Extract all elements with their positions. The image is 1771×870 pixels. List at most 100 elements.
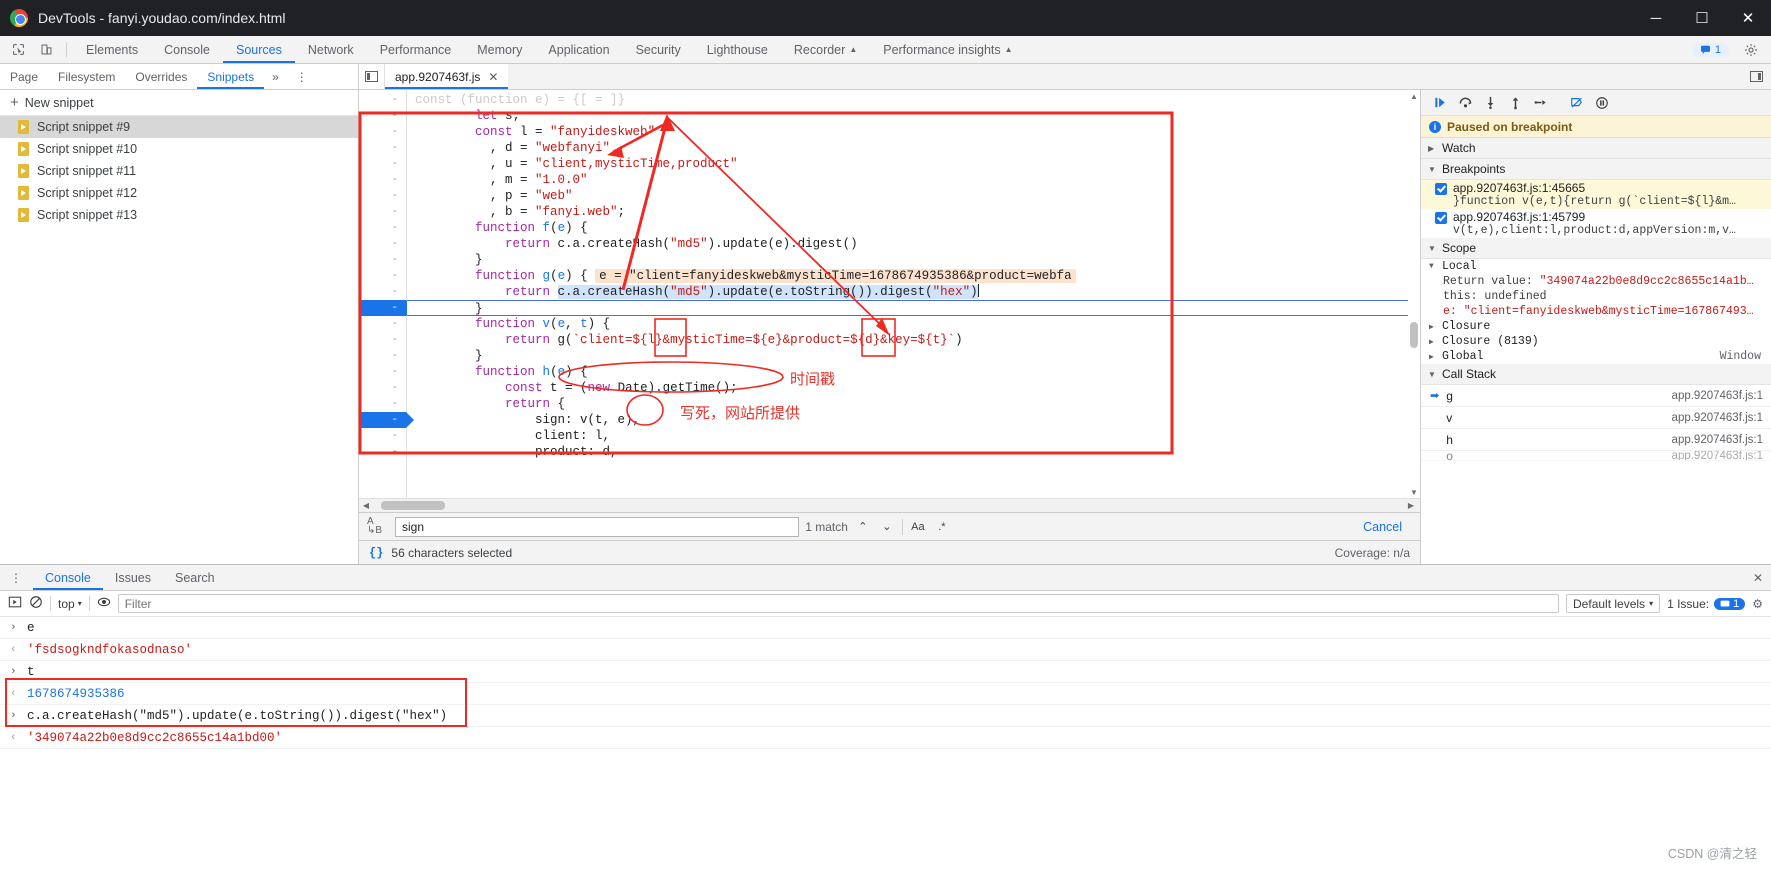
- tab-elements[interactable]: Elements: [73, 36, 151, 63]
- console-context-selector[interactable]: top ▾: [58, 597, 82, 611]
- scope-this[interactable]: this: undefined: [1421, 289, 1771, 304]
- gutter-line[interactable]: -: [359, 140, 406, 156]
- scope-local-header[interactable]: ▼ Local: [1421, 259, 1771, 274]
- console-entry-input-highlighted[interactable]: › c.a.createHash("md5").update(e.toStrin…: [0, 705, 1771, 727]
- scroll-down-icon[interactable]: ▼: [1408, 486, 1420, 498]
- subtab-overrides[interactable]: Overrides: [125, 64, 197, 89]
- call-stack-frame-g[interactable]: ➡ g app.9207463f.js:1: [1421, 385, 1771, 407]
- scope-closure-2[interactable]: ▶ Closure (8139): [1421, 334, 1771, 349]
- gutter-line[interactable]: -: [359, 316, 406, 332]
- editor-vertical-scrollbar[interactable]: ▲ ▼: [1408, 90, 1420, 498]
- scope-closure-1[interactable]: ▶ Closure: [1421, 319, 1771, 334]
- snippet-item-13[interactable]: Script snippet #13: [0, 204, 358, 226]
- toggle-navigator-icon[interactable]: [359, 64, 385, 89]
- subtab-filesystem[interactable]: Filesystem: [48, 64, 125, 89]
- regex-button[interactable]: .*: [933, 521, 951, 533]
- step-icon[interactable]: [1529, 92, 1551, 114]
- console-entry-input[interactable]: › e: [0, 617, 1771, 639]
- tab-console[interactable]: Console: [151, 36, 223, 63]
- find-input[interactable]: [395, 516, 800, 537]
- window-close-button[interactable]: ✕: [1725, 0, 1771, 36]
- gutter-line[interactable]: -: [359, 220, 406, 236]
- new-snippet-button[interactable]: + New snippet: [0, 90, 358, 116]
- tab-recorder[interactable]: Recorder ▲: [781, 36, 870, 63]
- drawer-menu-icon[interactable]: ⋮: [0, 565, 33, 590]
- more-tabs-icon[interactable]: »: [264, 64, 288, 89]
- tab-memory[interactable]: Memory: [464, 36, 535, 63]
- console-entry-output[interactable]: ‹ 1678674935386: [0, 683, 1771, 705]
- scope-global[interactable]: ▶ Global Window: [1421, 349, 1771, 364]
- scroll-up-icon[interactable]: ▲: [1408, 90, 1420, 102]
- snippet-item-12[interactable]: Script snippet #12: [0, 182, 358, 204]
- gutter-line[interactable]: -: [359, 396, 406, 412]
- step-into-icon[interactable]: [1479, 92, 1501, 114]
- editor-gutter[interactable]: - - - - - - - - - - - - - - - - - - - -: [359, 90, 414, 498]
- gutter-line[interactable]: -: [359, 428, 406, 444]
- step-over-icon[interactable]: [1454, 92, 1476, 114]
- scope-return-value[interactable]: Return value: "349074a22b0e8d9cc2c8655c1…: [1421, 274, 1771, 289]
- find-previous-icon[interactable]: ⌃: [854, 520, 872, 533]
- console-filter-input[interactable]: [117, 594, 1560, 613]
- find-next-icon[interactable]: ⌄: [878, 520, 896, 533]
- gutter-line[interactable]: -: [359, 204, 406, 220]
- tab-network[interactable]: Network: [295, 36, 367, 63]
- find-replace-icon[interactable]: A ↳B: [367, 516, 389, 536]
- breakpoints-section-header[interactable]: ▼ Breakpoints: [1421, 159, 1771, 180]
- snippet-item-10[interactable]: Script snippet #10: [0, 138, 358, 160]
- subtab-page[interactable]: Page: [0, 64, 48, 89]
- gutter-line[interactable]: -: [359, 380, 406, 396]
- close-icon[interactable]: ✕: [488, 70, 498, 84]
- gutter-line[interactable]: -: [359, 268, 406, 284]
- clear-console-icon[interactable]: [29, 595, 43, 612]
- breakpoint-item-1[interactable]: app.9207463f.js:1:45665 }function v(e,t)…: [1421, 180, 1771, 209]
- gutter-line[interactable]: -: [359, 332, 406, 348]
- tab-application[interactable]: Application: [535, 36, 622, 63]
- gutter-line[interactable]: -: [359, 188, 406, 204]
- issues-indicator[interactable]: 1 Issue: 1: [1667, 597, 1746, 611]
- console-settings-icon[interactable]: ⚙: [1752, 597, 1763, 611]
- gutter-line[interactable]: -: [359, 252, 406, 268]
- console-entry-output[interactable]: ‹ 'fsdsogkndfokasodnaso': [0, 639, 1771, 661]
- tab-performance-insights[interactable]: Performance insights ▲: [870, 36, 1025, 63]
- live-expression-icon[interactable]: [97, 595, 111, 612]
- gutter-line[interactable]: -: [359, 172, 406, 188]
- window-maximize-button[interactable]: ☐: [1679, 0, 1725, 36]
- call-stack-section-header[interactable]: ▼ Call Stack: [1421, 364, 1771, 385]
- editor-tab-app-js[interactable]: app.9207463f.js ✕: [385, 64, 509, 89]
- navigator-menu-icon[interactable]: ⋮: [288, 64, 317, 89]
- gutter-line[interactable]: -: [359, 108, 406, 124]
- pretty-print-icon[interactable]: {}: [369, 546, 383, 560]
- gutter-line[interactable]: -: [359, 92, 406, 108]
- tab-performance[interactable]: Performance: [367, 36, 465, 63]
- gutter-line[interactable]: -: [359, 236, 406, 252]
- call-stack-frame-v[interactable]: ➡ v app.9207463f.js:1: [1421, 407, 1771, 429]
- scroll-right-icon[interactable]: ▶: [1404, 501, 1418, 510]
- call-stack-frame-o[interactable]: ➡ o app.9207463f.js:1: [1421, 451, 1771, 461]
- scrollbar-thumb-horizontal[interactable]: [381, 501, 445, 510]
- gutter-line-execution[interactable]: -: [359, 300, 414, 316]
- breakpoint-checkbox[interactable]: [1435, 212, 1447, 224]
- toggle-debugger-icon[interactable]: [1741, 64, 1771, 89]
- drawer-tab-issues[interactable]: Issues: [103, 565, 163, 590]
- pause-on-exceptions-icon[interactable]: [1591, 92, 1613, 114]
- scope-section-header[interactable]: ▼ Scope: [1421, 238, 1771, 259]
- scroll-left-icon[interactable]: ◀: [359, 501, 373, 510]
- breakpoint-checkbox[interactable]: [1435, 183, 1447, 195]
- window-minimize-button[interactable]: ─: [1633, 0, 1679, 36]
- snippet-item-11[interactable]: Script snippet #11: [0, 160, 358, 182]
- tab-sources[interactable]: Sources: [223, 36, 295, 63]
- editor-horizontal-scrollbar[interactable]: ◀ ▶: [359, 498, 1420, 512]
- execute-snippet-icon[interactable]: [8, 595, 22, 612]
- gutter-line[interactable]: -: [359, 156, 406, 172]
- call-stack-frame-h[interactable]: ➡ h app.9207463f.js:1: [1421, 429, 1771, 451]
- scope-e[interactable]: e: "client=fanyideskweb&mysticTime=16786…: [1421, 304, 1771, 319]
- resume-script-icon[interactable]: [1429, 92, 1451, 114]
- gutter-line[interactable]: -: [359, 444, 406, 460]
- console-entry-input[interactable]: › t: [0, 661, 1771, 683]
- step-out-icon[interactable]: [1504, 92, 1526, 114]
- gutter-line[interactable]: -: [359, 284, 406, 300]
- drawer-tab-console[interactable]: Console: [33, 565, 103, 590]
- message-count-badge[interactable]: 1: [1691, 42, 1729, 57]
- device-toolbar-icon[interactable]: [32, 36, 60, 63]
- editor-text-area[interactable]: const (function e) = {[ = ]} let s; cons…: [407, 90, 1420, 498]
